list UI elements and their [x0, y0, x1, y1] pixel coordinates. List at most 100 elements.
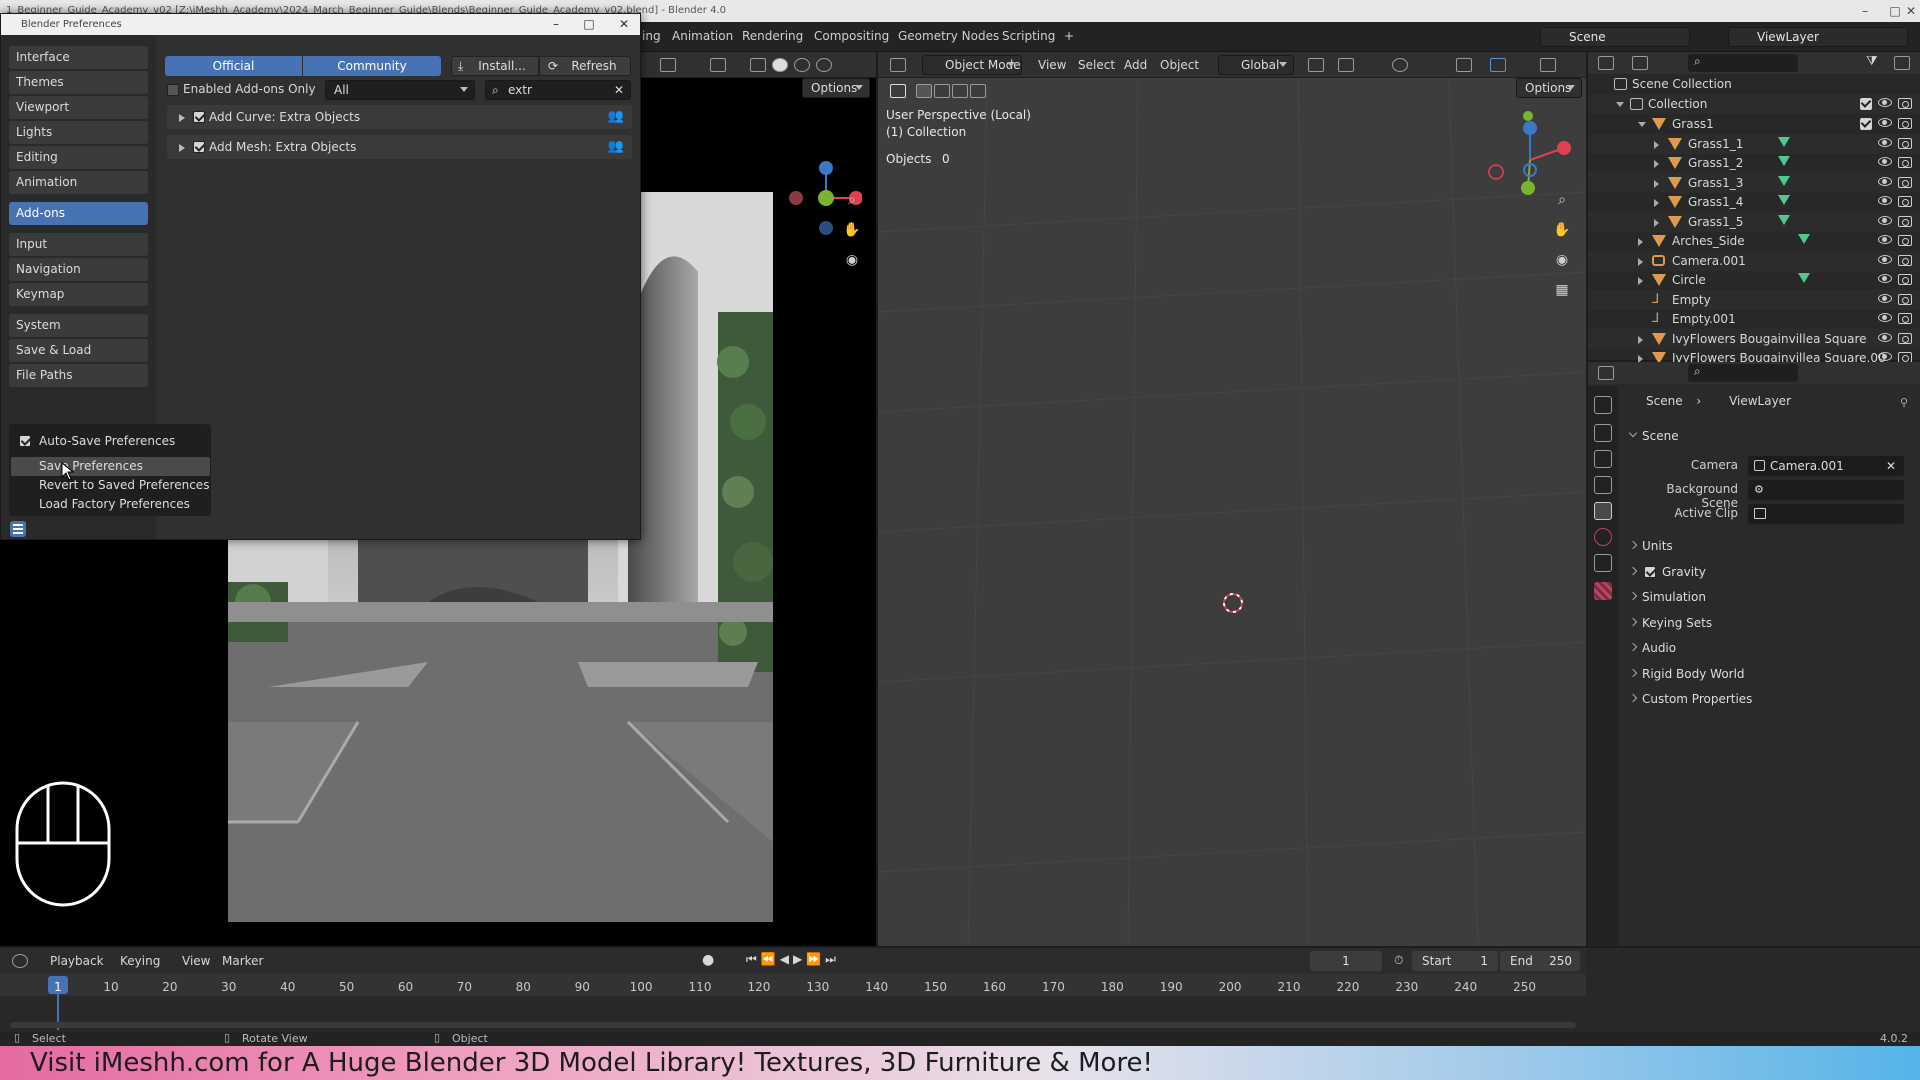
select-new-icon[interactable]	[916, 84, 932, 98]
eye-icon[interactable]	[1878, 313, 1892, 322]
category-interface[interactable]: Interface	[9, 46, 148, 69]
render-camera-icon[interactable]	[1898, 274, 1912, 285]
outliner-row[interactable]: IvyFlowers Bougainvillea Square	[1588, 328, 1920, 349]
mid-options-dropdown[interactable]: Options	[1516, 78, 1582, 98]
select-extend-icon[interactable]	[934, 84, 950, 98]
expand-arrow-icon[interactable]	[179, 114, 185, 122]
section-rigid-body-world[interactable]: Rigid Body World	[1628, 662, 1913, 686]
load-factory-preferences-option[interactable]: Load Factory Preferences	[11, 495, 210, 514]
outliner-row-collection[interactable]: Collection	[1588, 94, 1920, 114]
eye-icon[interactable]	[1878, 196, 1892, 205]
category-keymap[interactable]: Keymap	[9, 283, 148, 306]
minimize-icon[interactable]: –	[1850, 0, 1880, 22]
section-audio[interactable]: Audio	[1628, 636, 1913, 660]
outliner-search-field[interactable]: ⌕	[1688, 54, 1798, 72]
render-camera-icon[interactable]	[1898, 332, 1912, 344]
snap-icon[interactable]	[1338, 58, 1354, 72]
menu-marker[interactable]: Marker	[222, 952, 263, 970]
left-options-dropdown[interactable]: Options	[802, 78, 870, 98]
tab-rendering[interactable]: Rendering	[742, 29, 803, 43]
addon-mesh-checkbox[interactable]	[193, 141, 205, 153]
main-zoom-icon[interactable]: ⌕	[1552, 190, 1572, 210]
proportional-edit-icon[interactable]	[1392, 58, 1408, 72]
tool-tab-icon[interactable]	[1594, 396, 1612, 414]
install-button[interactable]: ⤓ Install...	[451, 56, 539, 76]
category-viewport[interactable]: Viewport	[9, 96, 148, 119]
addon-row-mesh-extra[interactable]: Add Mesh: Extra Objects 👥	[167, 135, 632, 159]
eye-icon[interactable]	[1878, 254, 1892, 264]
filter-icon[interactable]: ⧩	[1866, 54, 1878, 69]
rendered-shading-icon[interactable]	[816, 58, 832, 72]
menu-add[interactable]: Add	[1124, 56, 1147, 74]
render-camera-icon[interactable]	[1898, 137, 1912, 149]
prefs-close-icon[interactable]: ✕	[609, 14, 639, 35]
category-themes[interactable]: Themes	[9, 71, 148, 94]
gizmo-toggle-icon[interactable]	[1490, 58, 1506, 72]
eye-icon[interactable]	[1878, 352, 1892, 361]
overlay-icon[interactable]	[710, 58, 726, 72]
outliner-row[interactable]: ⅃ Empty.001	[1588, 309, 1920, 329]
eye-icon[interactable]	[1878, 98, 1892, 107]
camera-view-icon[interactable]: ◉	[842, 250, 862, 270]
expand-arrow-icon[interactable]	[1638, 277, 1643, 285]
expand-arrow-icon[interactable]	[1638, 238, 1643, 246]
expand-arrow-icon[interactable]	[179, 144, 185, 152]
new-collection-icon[interactable]	[1894, 56, 1910, 70]
select-subtract-icon[interactable]	[952, 84, 968, 98]
expand-arrow-icon[interactable]	[1654, 160, 1659, 168]
pan-hand-icon[interactable]: ✋	[842, 220, 862, 240]
render-camera-icon[interactable]	[1898, 254, 1912, 266]
expand-arrow-icon[interactable]	[1654, 179, 1659, 188]
expand-arrow-icon[interactable]	[1654, 140, 1659, 149]
expand-arrow-icon[interactable]	[1654, 218, 1659, 227]
view-layer-tab-icon[interactable]	[1594, 476, 1612, 494]
close-icon[interactable]: ✕	[1896, 0, 1920, 22]
material-shading-icon[interactable]	[794, 58, 810, 72]
section-custom-properties[interactable]: Custom Properties	[1628, 687, 1913, 711]
prefs-maximize-icon[interactable]: □	[574, 14, 604, 35]
render-camera-icon[interactable]	[1898, 176, 1912, 188]
perspective-toggle-icon[interactable]: ▦	[1552, 280, 1572, 300]
tab-community[interactable]: Community	[303, 56, 441, 76]
expand-arrow-icon[interactable]	[1638, 122, 1646, 127]
mode-dropdown[interactable]: Object Mode	[922, 55, 1022, 75]
eye-icon[interactable]	[1878, 332, 1892, 342]
render-camera-icon[interactable]	[1898, 313, 1912, 324]
eye-icon[interactable]	[1878, 176, 1892, 186]
scene-tab-icon[interactable]	[1594, 502, 1612, 520]
outliner-row[interactable]: Grass1_2	[1588, 153, 1920, 173]
eye-icon[interactable]	[1878, 293, 1892, 303]
end-frame-field[interactable]: End 250	[1500, 951, 1580, 971]
main-camera-icon[interactable]: ◉	[1552, 250, 1572, 270]
category-navigation[interactable]: Navigation	[9, 258, 148, 281]
background-scene-field[interactable]: ⚙	[1748, 480, 1904, 500]
outliner-row[interactable]: Grass1	[1588, 114, 1920, 134]
timeline-editor-icon[interactable]	[12, 954, 28, 968]
expand-arrow-icon[interactable]	[1654, 199, 1659, 207]
addon-curve-checkbox[interactable]	[193, 111, 205, 123]
save-preferences-option[interactable]: Save Preferences	[11, 457, 210, 476]
addon-search-field[interactable]: ⌕ extr ✕	[485, 80, 631, 100]
expand-arrow-icon[interactable]	[1638, 335, 1643, 344]
category-lights[interactable]: Lights	[9, 121, 148, 144]
clear-search-icon[interactable]: ✕	[614, 81, 624, 99]
tab-geometry-nodes[interactable]: Geometry Nodes	[898, 29, 999, 43]
enabled-addons-only-checkbox[interactable]	[167, 84, 179, 96]
category-save-load[interactable]: Save & Load	[9, 339, 148, 362]
main-3d-viewport[interactable]: Object Mode View Select Add Object Globa…	[878, 52, 1586, 946]
pivot-icon[interactable]	[1308, 58, 1324, 72]
current-frame-field[interactable]: 1	[1310, 951, 1382, 971]
menu-object[interactable]: Object	[1160, 56, 1199, 74]
properties-search-field[interactable]: ⌕	[1688, 364, 1798, 382]
refresh-button[interactable]: ⟳ Refresh	[539, 56, 631, 76]
expand-arrow-icon[interactable]	[1638, 257, 1643, 266]
addon-row-curve-extra[interactable]: Add Curve: Extra Objects 👥	[167, 105, 632, 129]
transform-orientation-dropdown[interactable]: Global	[1218, 55, 1294, 75]
outliner-row[interactable]: Arches_Side	[1588, 231, 1920, 251]
gravity-checkbox[interactable]	[1644, 565, 1656, 578]
outliner-row[interactable]: Circle	[1588, 270, 1920, 290]
select-mode-toolbar[interactable]	[890, 80, 1000, 102]
render-camera-icon[interactable]	[1898, 196, 1912, 207]
main-pan-icon[interactable]: ✋	[1552, 220, 1572, 240]
collection-exclude-checkbox[interactable]	[1860, 98, 1872, 110]
